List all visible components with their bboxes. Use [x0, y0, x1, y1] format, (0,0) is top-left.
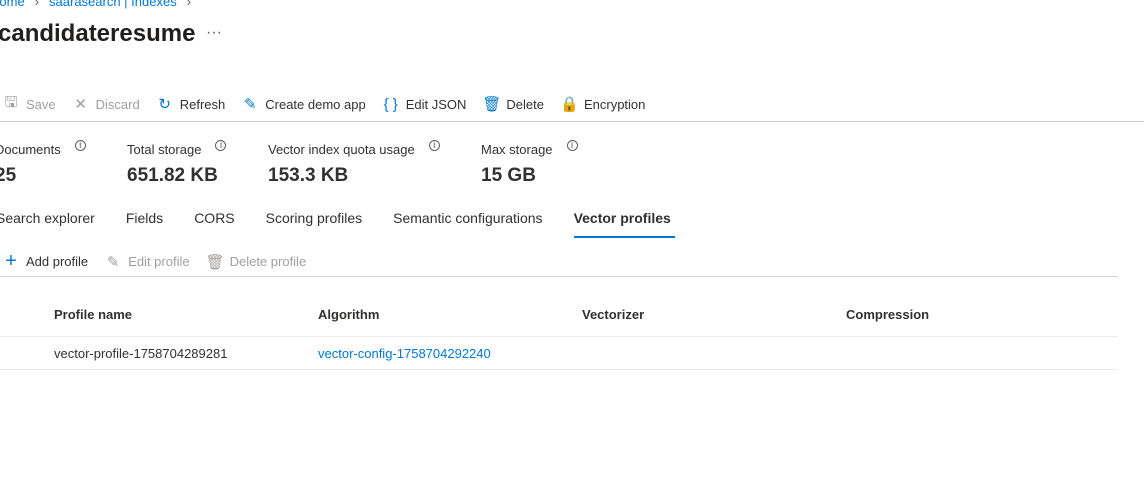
breadcrumb-indexes[interactable]: saarasearch | Indexes — [49, 0, 177, 9]
info-icon[interactable]: i — [566, 140, 578, 151]
stat-documents: Documents i 25 — [0, 140, 86, 187]
tab-scoring-profiles[interactable]: Scoring profiles — [266, 210, 363, 238]
create-demo-app-button[interactable]: ✎ Create demo app — [241, 95, 366, 113]
save-button[interactable]: 🖫 Save — [2, 92, 56, 117]
label: Delete — [506, 96, 544, 112]
tab-fields[interactable]: Fields — [126, 210, 163, 238]
braces-icon: { } — [383, 95, 398, 113]
tab-list: Search explorer Fields CORS Scoring prof… — [0, 210, 702, 238]
profile-name-cell: vector-profile-1758704289281 — [54, 346, 228, 361]
stat-vector-quota: Vector index quota usage i 153.3 KB — [268, 140, 440, 187]
stat-total-storage: Total storage i 651.82 KB — [127, 140, 227, 187]
plus-icon: + — [5, 250, 17, 272]
chevron-right-icon: › — [34, 0, 40, 9]
info-icon[interactable]: i — [428, 140, 440, 151]
tab-search-explorer[interactable]: Search explorer — [0, 210, 95, 238]
breadcrumb-home[interactable]: Home — [0, 0, 25, 9]
encryption-button[interactable]: 🔒 Encryption — [560, 95, 645, 113]
label: Discard — [95, 96, 140, 112]
refresh-icon: ↻ — [158, 96, 171, 113]
divider — [0, 276, 1118, 277]
info-icon[interactable]: i — [215, 140, 227, 151]
chevron-right-icon: › — [186, 0, 192, 9]
label: Refresh — [179, 96, 226, 112]
delete-button[interactable]: 🗑 Delete — [482, 95, 544, 113]
label: Edit profile — [128, 254, 190, 269]
label: Edit JSON — [405, 96, 467, 112]
tab-semantic-configurations[interactable]: Semantic configurations — [393, 210, 542, 238]
add-profile-button[interactable]: + Add profile — [2, 250, 88, 273]
label: Delete profile — [229, 254, 307, 269]
column-header-profile-name[interactable]: Profile name — [54, 307, 132, 322]
delete-profile-button[interactable]: 🗑 Delete profile — [206, 250, 307, 273]
discard-button[interactable]: ✕ Discard — [72, 95, 140, 113]
label: Encryption — [583, 96, 646, 112]
column-header-compression[interactable]: Compression — [846, 307, 929, 322]
column-header-vectorizer[interactable]: Vectorizer — [582, 307, 644, 322]
tab-vector-profiles[interactable]: Vector profiles — [573, 210, 676, 238]
divider — [0, 369, 1118, 370]
stat-value: 651.82 KB — [127, 165, 218, 186]
lock-icon: 🔒 — [559, 96, 579, 113]
label: Add profile — [26, 254, 89, 269]
info-icon[interactable]: i — [74, 140, 86, 151]
stat-max-storage: Max storage i 15 GB — [481, 140, 578, 187]
divider — [0, 121, 1144, 122]
stat-label: Documents — [0, 142, 61, 157]
stat-label: Max storage — [481, 142, 553, 157]
algorithm-link[interactable]: vector-config-1758704292240 — [318, 346, 491, 361]
breadcrumb: Home › saarasearch | Indexes › — [0, 0, 191, 9]
demo-app-icon: ✎ — [243, 96, 257, 113]
refresh-button[interactable]: ↻ Refresh — [156, 95, 226, 113]
page-title: candidateresume — [0, 20, 196, 47]
trash-icon: 🗑 — [482, 96, 502, 113]
stat-label: Total storage — [127, 142, 202, 157]
edit-json-button[interactable]: { } Edit JSON — [382, 96, 467, 113]
pencil-icon: ✎ — [106, 253, 120, 271]
stat-value: 15 GB — [481, 165, 536, 186]
command-bar: 🖫 Save ✕ Discard ↻ Refresh ✎ Create demo app… — [2, 94, 661, 114]
label: Save — [26, 96, 56, 112]
trash-icon: 🗑 — [205, 253, 225, 271]
edit-profile-button[interactable]: ✎ Edit profile — [104, 250, 190, 273]
label: Create demo app — [265, 96, 366, 112]
more-options-button[interactable]: ··· — [206, 24, 222, 42]
column-header-algorithm[interactable]: Algorithm — [318, 307, 379, 322]
close-icon: ✕ — [74, 96, 87, 113]
save-icon: 🖫 — [4, 93, 18, 111]
divider — [0, 336, 1118, 337]
tab-cors[interactable]: CORS — [194, 210, 234, 238]
stat-value: 25 — [0, 165, 17, 186]
stat-value: 153.3 KB — [268, 165, 349, 186]
profile-toolbar: + Add profile ✎ Edit profile 🗑 Delete profi… — [2, 250, 322, 273]
stat-label: Vector index quota usage — [268, 142, 415, 157]
